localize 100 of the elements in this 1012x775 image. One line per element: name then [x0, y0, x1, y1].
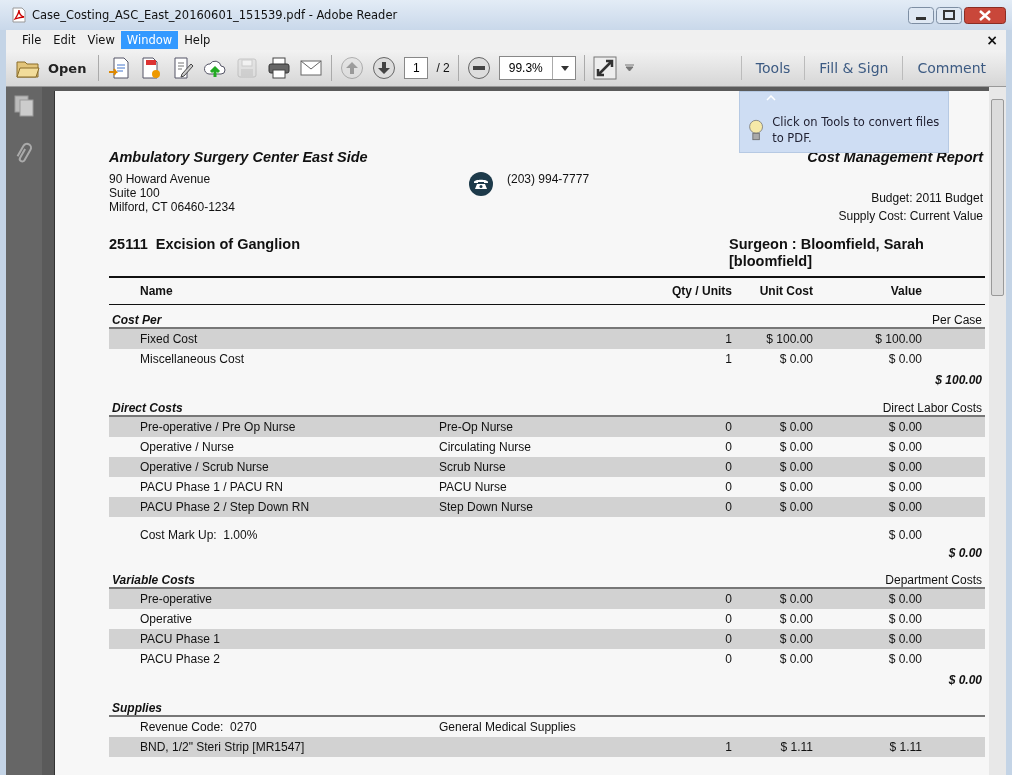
- table-cell-text: $ 0.00: [887, 439, 923, 456]
- table-cell-text: $ 0.00: [778, 611, 813, 628]
- section-title: Supplies: [112, 701, 162, 715]
- address-line: Milford, CT 06460-1234: [109, 200, 236, 214]
- section-total: $ 0.00: [948, 673, 982, 687]
- table-cell-text: $ 0.00: [887, 351, 923, 368]
- report-title: Cost Management Report: [807, 149, 983, 165]
- pane-tab[interactable]: Tools: [740, 56, 805, 80]
- table-cell-text: Fixed Cost: [139, 331, 199, 348]
- close-button[interactable]: [964, 7, 1006, 24]
- phone-number: (203) 994-7777: [507, 172, 590, 186]
- procedure-name: 25111 Excision of Ganglion: [109, 236, 300, 254]
- table-cell-text: Step Down Nurse: [439, 499, 535, 516]
- minimize-button[interactable]: [908, 7, 934, 24]
- column-header: Value: [889, 283, 923, 300]
- pdf-file-icon: [12, 7, 26, 23]
- column-header: Qty / Units: [671, 283, 732, 300]
- section-title: Variable Costs: [112, 573, 195, 587]
- table-cell-text: 0: [724, 651, 732, 668]
- printer-icon[interactable]: [267, 56, 292, 80]
- caret-icon[interactable]: [624, 64, 634, 72]
- table-cell-text: Revenue Code: 0270: [139, 719, 258, 736]
- table-cell-text: $ 0.00: [887, 459, 923, 476]
- table-cell-text: $ 100.00: [874, 331, 923, 348]
- close-document-button[interactable]: ×: [978, 32, 1006, 48]
- table-cell-text: $ 0.00: [778, 651, 813, 668]
- pages-icon[interactable]: [14, 95, 34, 117]
- table-cell-text: PACU Phase 1: [139, 631, 221, 648]
- table-cell-text: $ 0.00: [778, 459, 813, 476]
- section-total: $ 100.00: [935, 373, 982, 387]
- table-cell-text: 0: [724, 459, 732, 476]
- table-cell-text: Cost Mark Up: 1.00%: [139, 527, 259, 544]
- menu-item[interactable]: Edit: [47, 31, 82, 49]
- chevron-up-icon: [766, 95, 776, 101]
- surgeon-name: Surgeon : Bloomfield, Sarah [bloomfield]: [729, 236, 925, 271]
- table-cell-text: 0: [724, 479, 732, 496]
- table-cell-text: Operative: [139, 611, 194, 628]
- menu-item[interactable]: Help: [178, 31, 217, 49]
- restore-button[interactable]: [936, 7, 962, 24]
- table-cell-text: Circulating Nurse: [439, 439, 533, 456]
- table-cell-text: 1: [724, 739, 732, 756]
- address-line: Suite 100: [109, 186, 161, 200]
- menu-item[interactable]: View: [81, 31, 121, 49]
- table-cell-text: BND, 1/2" Steri Strip [MR1547]: [139, 739, 306, 756]
- table-cell-text: Pre-Op Nurse: [439, 419, 515, 436]
- menu-item[interactable]: File: [16, 31, 48, 49]
- table-cell-text: Operative / Scrub Nurse: [139, 459, 270, 476]
- table-cell-text: 0: [724, 499, 732, 516]
- edit-document-icon[interactable]: [171, 56, 196, 80]
- table-cell-text: $ 0.00: [778, 631, 813, 648]
- table-cell-text: Pre-operative: [139, 591, 214, 608]
- paperclip-icon[interactable]: [15, 141, 33, 165]
- scrollbar-thumb[interactable]: [991, 99, 1004, 296]
- table-cell-text: $ 0.00: [778, 439, 813, 456]
- page-number-field[interactable]: 1: [404, 57, 429, 79]
- table-cell-text: Miscellaneous Cost: [139, 351, 246, 368]
- table-cell-text: $ 0.00: [887, 611, 923, 628]
- dropdown-arrow-icon: [560, 65, 569, 71]
- table-cell-text: 1: [724, 351, 732, 368]
- table-cell-text: $ 0.00: [887, 499, 923, 516]
- table-cell-text: $ 1.11: [888, 739, 923, 756]
- table-cell-text: $ 0.00: [887, 591, 923, 608]
- table-cell-text: $ 0.00: [778, 419, 813, 436]
- table-cell-text: $ 0.00: [778, 591, 813, 608]
- table-cell-text: $ 1.11: [779, 739, 813, 756]
- column-header: Unit Cost: [758, 283, 813, 300]
- address-line: 90 Howard Avenue: [109, 172, 212, 186]
- table-cell-text: $ 0.00: [887, 479, 923, 496]
- open-button[interactable]: Open: [12, 56, 91, 80]
- table-cell-text: $ 0.00: [887, 419, 923, 436]
- zoom-out-icon[interactable]: [466, 56, 491, 80]
- table-cell-text: $ 0.00: [778, 479, 813, 496]
- section-title: Cost Per: [112, 313, 162, 327]
- table-cell-text: $ 0.00: [887, 651, 923, 668]
- table-cell-text: 0: [724, 439, 732, 456]
- page-count: / 2: [436, 61, 450, 75]
- pane-tab[interactable]: Comment: [902, 56, 1000, 80]
- scrollbar[interactable]: [989, 87, 1006, 775]
- table-cell-text: $ 0.00: [887, 631, 923, 648]
- table-cell-text: Scrub Nurse: [439, 459, 507, 476]
- table-cell-text: General Medical Supplies: [439, 719, 577, 736]
- table-cell-text: 1: [724, 331, 732, 348]
- table-cell-text: 0: [724, 631, 732, 648]
- pane-tab[interactable]: Fill & Sign: [804, 56, 903, 80]
- next-page-icon[interactable]: [372, 56, 397, 80]
- table-cell-text: $ 0.00: [887, 527, 923, 544]
- zoom-field[interactable]: 99.3%: [498, 56, 576, 80]
- column-header: Name: [139, 283, 174, 300]
- table-cell-text: 0: [724, 591, 732, 608]
- table-cell-text: PACU Phase 1 / PACU RN: [139, 479, 284, 496]
- table-cell-text: PACU Nurse: [439, 479, 508, 496]
- create-pdf-icon[interactable]: [107, 56, 132, 80]
- report-setting: Budget: 2011 Budget: [870, 190, 983, 207]
- section-note: Direct Labor Costs: [882, 401, 982, 415]
- table-cell-text: PACU Phase 2: [139, 651, 221, 668]
- table-cell-text: Operative / Nurse: [139, 439, 236, 456]
- section-note: Per Case: [931, 313, 982, 327]
- full-screen-icon[interactable]: [592, 56, 617, 80]
- tooltip-text: Click on Tools to convert files to PDF.: [772, 114, 941, 147]
- table-cell-text: Pre-operative / Pre Op Nurse: [139, 419, 297, 436]
